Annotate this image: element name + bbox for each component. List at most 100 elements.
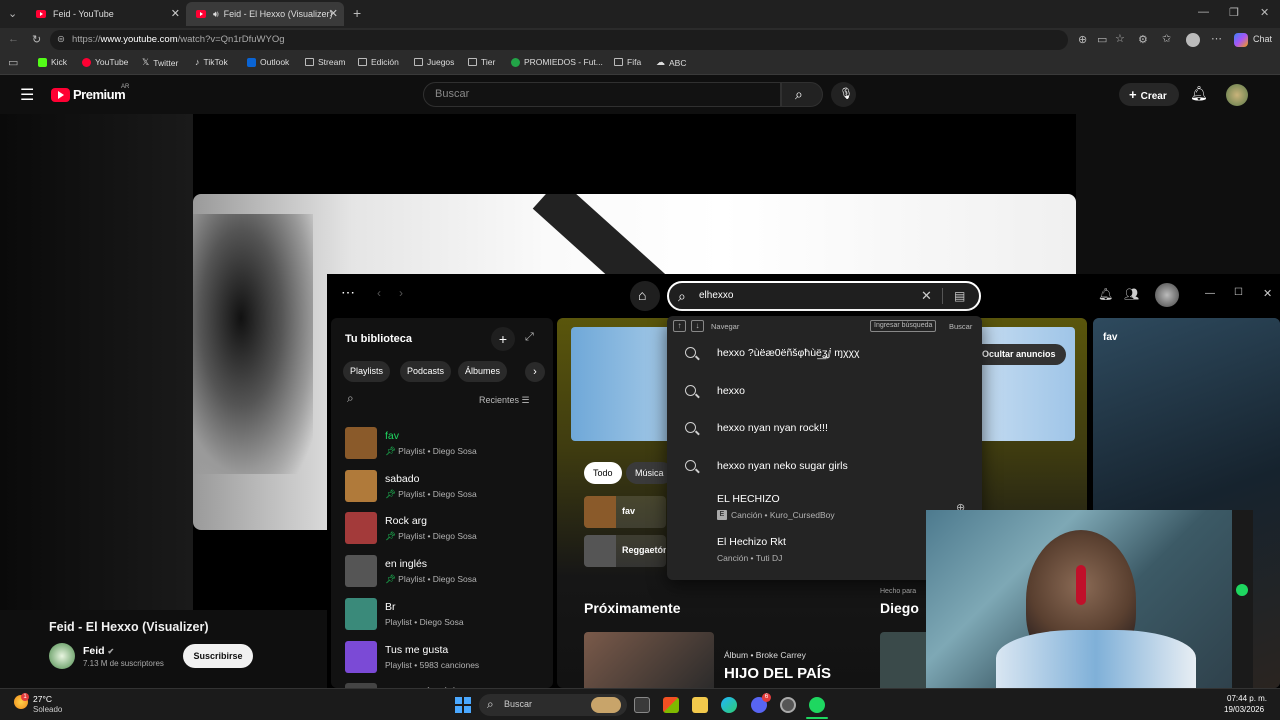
microsoft-store-icon[interactable] <box>663 697 679 713</box>
tab-el-hexxo[interactable]: 🔊︎ Feid - El Hexxo (Visualizer) - Y ✕ <box>186 2 344 26</box>
clock-time[interactable]: 07:44 p. m. <box>1227 694 1267 703</box>
create-button[interactable]: + Crear <box>1119 83 1179 106</box>
library-item[interactable]: sabado 📌︎ Playlist • Diego Sosa <box>345 469 545 506</box>
notifications-bell-icon[interactable]: 🔔︎ <box>1190 85 1208 102</box>
bookmark-tiktok[interactable]: ♪ TikTok <box>195 57 228 67</box>
close-icon[interactable]: ✕ <box>1263 287 1272 300</box>
expand-library-icon[interactable]: ⤢ <box>525 331 534 344</box>
reader-icon[interactable]: ▭ <box>1097 33 1107 46</box>
profile-avatar-icon[interactable] <box>1186 33 1200 47</box>
close-tab-icon[interactable]: ✕ <box>329 7 338 20</box>
bookmark-tier[interactable]: Tier <box>468 57 495 67</box>
clear-search-icon[interactable]: ✕ <box>921 283 932 309</box>
clock-date[interactable]: 19/03/2026 <box>1224 705 1264 714</box>
maximize-icon[interactable]: ☐ <box>1234 287 1243 298</box>
bookmark-fifa[interactable]: Fifa <box>614 57 641 67</box>
minimize-window-icon[interactable]: — <box>1198 6 1209 18</box>
close-tab-icon[interactable]: ✕ <box>171 7 180 20</box>
bookmark-kick[interactable]: Kick <box>38 57 67 67</box>
library-search-icon[interactable]: ⌕ <box>347 391 354 406</box>
favorite-star-icon[interactable]: ☆ <box>1115 32 1125 45</box>
edge-browser-icon[interactable] <box>721 697 737 713</box>
favorites-icon[interactable]: ✩ <box>1162 32 1171 45</box>
extensions-icon[interactable]: ⚙ <box>1138 33 1148 46</box>
bookmark-juegos[interactable]: Juegos <box>414 57 454 67</box>
spotify-taskbar-icon[interactable] <box>809 697 825 713</box>
now-playing-title[interactable]: fav <box>1103 332 1117 343</box>
new-tab-icon[interactable]: + <box>353 5 361 21</box>
create-playlist-icon[interactable]: + <box>491 327 515 351</box>
bookmark-abc[interactable]: ☁ ABC <box>656 57 686 68</box>
file-explorer-icon[interactable] <box>692 697 708 713</box>
tab-feid-youtube[interactable]: Feid - YouTube ✕ <box>26 2 186 26</box>
album-title[interactable]: HIJO DEL PAÍS <box>724 665 831 682</box>
album-cover[interactable] <box>584 632 714 688</box>
library-title[interactable]: Tu biblioteca <box>345 333 412 345</box>
windows-start-icon[interactable] <box>455 697 471 713</box>
chip-podcasts[interactable]: Podcasts <box>400 361 452 382</box>
task-view-icon[interactable] <box>634 697 650 713</box>
library-item[interactable]: en inglés 📌︎ Playlist • Diego Sosa <box>345 555 545 591</box>
chat-label[interactable]: Chat <box>1253 34 1272 44</box>
youtube-search-input[interactable]: Buscar <box>423 82 781 107</box>
restore-window-icon[interactable]: ❐ <box>1229 6 1239 19</box>
sort-selector[interactable]: Recientes ☰ <box>479 395 530 406</box>
spotify-notifications-icon[interactable]: 🔔︎ <box>1098 287 1113 301</box>
speaker-icon[interactable]: 🔊︎ <box>213 9 219 20</box>
mini-card-fav[interactable]: fav <box>584 496 666 528</box>
chips-next-icon[interactable]: › <box>525 362 545 382</box>
spotify-profile-avatar[interactable] <box>1155 283 1179 307</box>
more-menu-icon[interactable]: ⋯ <box>1211 32 1222 45</box>
url-field[interactable]: ⊜ https://www.youtube.com/watch?v=Qn1rDf… <box>50 30 1068 50</box>
library-item[interactable]: Rock arg 📌︎ Playlist • Diego Sosa <box>345 512 545 548</box>
back-icon[interactable]: ← <box>8 33 19 45</box>
channel-avatar[interactable] <box>49 643 75 669</box>
browse-icon[interactable]: ▤ <box>954 283 965 309</box>
voice-search-button[interactable]: 🎙︎ <box>831 82 856 107</box>
bookmark-outlook[interactable]: Outlook <box>247 57 289 67</box>
home-button[interactable]: ⌂ <box>630 281 660 311</box>
reload-icon[interactable]: ↻ <box>32 33 41 46</box>
chip-albums[interactable]: Álbumes <box>458 361 508 382</box>
youtube-premium-logo[interactable]: Premium <box>73 87 126 102</box>
library-item[interactable]: Tus me gusta Playlist • 5983 canciones <box>345 640 545 677</box>
suggestion-item[interactable]: hexxo nyan neko sugar girls <box>667 453 982 479</box>
library-item[interactable]: fav 📌︎ Playlist • Diego Sosa <box>345 427 545 463</box>
collections-icon[interactable]: ▭ <box>8 56 18 69</box>
minimize-icon[interactable]: — <box>1205 288 1215 299</box>
translate-icon[interactable]: ⊕ <box>1078 33 1087 46</box>
suggestion-item[interactable]: hexxo <box>667 378 982 404</box>
bookmark-youtube[interactable]: YouTube <box>82 57 128 67</box>
obs-icon[interactable] <box>780 697 796 713</box>
account-avatar[interactable] <box>1226 84 1248 106</box>
library-item[interactable]: Br Playlist • Diego Sosa <box>345 597 545 634</box>
taskbar-search-box[interactable]: ⌕ Buscar <box>479 694 627 716</box>
bookmark-edicion[interactable]: Edición <box>358 57 399 67</box>
bookmark-twitter[interactable]: 𝕏 Twitter <box>142 57 178 68</box>
hamburger-menu-icon[interactable]: ☰ <box>20 85 34 105</box>
made-for-name[interactable]: Diego <box>880 600 919 616</box>
friend-activity-icon[interactable]: 👥︎ <box>1124 287 1139 301</box>
suggestion-item[interactable]: hexxo nyan nyan rock!!! <box>667 415 982 441</box>
bookmark-promiedos[interactable]: PROMIEDOS - Fut... <box>511 57 603 67</box>
tab-actions-chevron-icon[interactable]: ⌄ <box>8 7 17 20</box>
back-icon[interactable]: ‹ <box>377 286 381 300</box>
filter-music[interactable]: Música <box>626 462 673 484</box>
youtube-search-button[interactable]: ⌕ <box>781 82 823 107</box>
weather-temperature[interactable]: 27°C <box>33 694 52 704</box>
hide-ads-button[interactable]: Ocultar anuncios <box>972 344 1066 365</box>
suggestion-item[interactable]: hexxo ?ùëæ0ëñšφħùë͟ʓⅉ ɱχχχ <box>667 340 982 366</box>
chip-playlists[interactable]: Playlists <box>343 361 391 382</box>
filter-all[interactable]: Todo <box>584 462 622 484</box>
spotify-search-input[interactable]: ⌕ elhexxo ✕ ▤ <box>667 281 981 311</box>
subscribe-button[interactable]: Suscribirse <box>183 644 253 668</box>
copilot-icon[interactable] <box>1234 33 1248 47</box>
weather-description[interactable]: Soleado <box>33 705 62 714</box>
channel-name[interactable]: Feid ✔ <box>83 645 114 657</box>
more-options-icon[interactable]: ⋯ <box>341 284 355 301</box>
site-info-icon[interactable]: ⊜ <box>57 30 65 50</box>
bookmark-stream[interactable]: Stream <box>305 57 345 67</box>
forward-icon[interactable]: › <box>399 286 403 300</box>
close-window-icon[interactable]: ✕ <box>1260 6 1269 19</box>
upcoming-section-title[interactable]: Próximamente <box>584 600 680 616</box>
